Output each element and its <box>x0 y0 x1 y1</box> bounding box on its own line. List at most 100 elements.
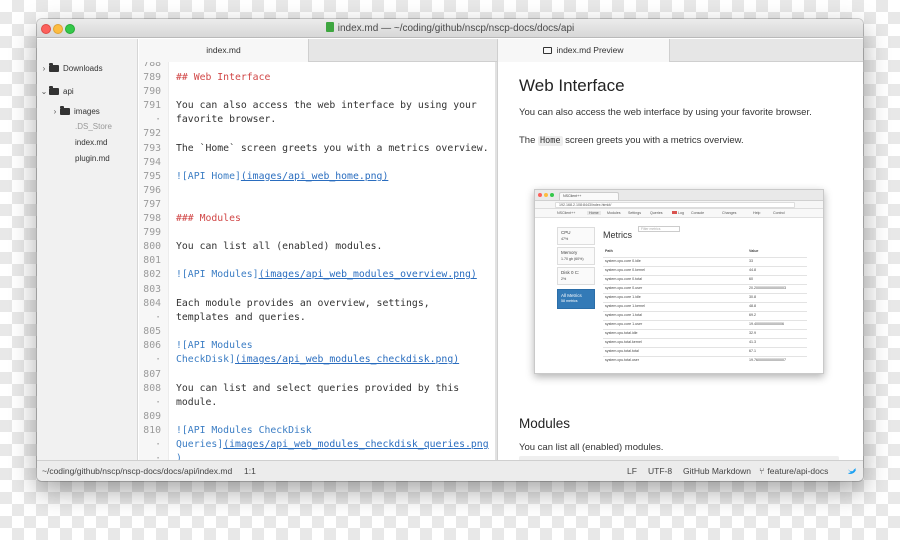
line-number: 809 <box>143 411 161 422</box>
url-field: 192.168.2.108:8443/index.html#/ <box>555 202 795 208</box>
title-bar: index.md — ~/coding/github/nscp/nscp-doc… <box>37 19 863 38</box>
tab-index-md-preview[interactable]: index.md Preview <box>498 39 670 62</box>
code-line: ## Web Interface <box>176 72 271 83</box>
tree-item-index-md[interactable]: index.md <box>75 136 107 150</box>
line-number: 797 <box>143 199 161 210</box>
side-card-title: All Metrics <box>561 293 582 298</box>
line-number: 802 <box>143 269 161 280</box>
status-encoding[interactable]: UTF-8 <box>648 461 672 481</box>
status-bar: ~/coding/github/nscp/nscp-docs/docs/api/… <box>37 460 863 481</box>
nav-home: Home <box>587 211 601 215</box>
status-grammar[interactable]: GitHub Markdown <box>683 461 751 481</box>
tree-item-plugin-md[interactable]: plugin.md <box>75 152 110 166</box>
metric-value: 19.400000000000006 <box>749 322 784 326</box>
metric-value: 60 <box>749 277 753 281</box>
table-row: system.cpu.total.kernel 41.3 <box>603 338 807 346</box>
api-home-screenshot: NSClient++ 192.168.2.108:8443/index.html… <box>534 189 824 374</box>
nav-queries: Queries <box>650 211 663 215</box>
code-line: The `Home` screen greets you with a metr… <box>176 143 489 154</box>
code-line: ![API Home](images/api_web_home.png) <box>176 170 388 184</box>
text: screen greets you with a metrics overvie… <box>562 135 744 146</box>
tree-item-downloads[interactable]: › Downloads <box>39 62 103 76</box>
status-file-path[interactable]: ~/coding/github/nscp/nscp-docs/docs/api/… <box>42 461 232 481</box>
tree-item-ds-store[interactable]: .DS_Store <box>75 120 112 134</box>
tab-index-md[interactable]: index.md <box>139 39 309 62</box>
line-number: 808 <box>143 383 161 394</box>
side-card-sub: 47% <box>561 237 569 241</box>
close-dot-icon <box>538 193 542 197</box>
metric-path: system.cpu.core 0.idle <box>605 259 641 263</box>
side-card-title: Disk 0 C: <box>561 270 580 275</box>
git-branch-icon: ⑂ <box>759 466 765 476</box>
line-number: 799 <box>143 227 161 238</box>
line-number: · <box>155 354 161 365</box>
browser-tab-label: NSClient++ <box>563 194 582 198</box>
line-number: 807 <box>143 369 161 380</box>
link-url[interactable]: (images/api_web_modules_overview.png) <box>259 269 477 280</box>
chevron-down-icon: ⌄ <box>40 87 48 96</box>
line-number: · <box>155 439 161 450</box>
line-number: 796 <box>143 185 161 196</box>
metric-value: 48.8 <box>749 304 756 308</box>
metric-path: system.cpu.total.total <box>605 349 639 353</box>
side-card-sub: 1.70 gb (60%) <box>561 257 584 261</box>
table-row: system.cpu.total.user 19.7600000000000007 <box>603 356 807 364</box>
metric-path: system.cpu.core 1.user <box>605 322 643 326</box>
code-line: favorite browser. <box>176 114 277 125</box>
nav-console: Console <box>691 211 705 215</box>
code-line: CheckDisk](images/api_web_modules_checkd… <box>176 353 459 367</box>
table-row: system.cpu.core 0.user 20.200000000000000… <box>603 284 807 292</box>
markdown-preview: Web Interface You can also access the we… <box>498 62 863 460</box>
metric-value: 30.8 <box>749 295 756 299</box>
tree-item-api[interactable]: ⌄ api <box>39 85 74 99</box>
minimize-dot-icon <box>544 193 548 197</box>
nav-modules: Modules <box>607 211 621 215</box>
link-url[interactable]: (images/api_web_modules_checkdisk.png) <box>235 354 459 365</box>
table-row: system.cpu.core 1.user 19.400000000000006 <box>603 320 807 328</box>
chevron-right-icon: › <box>53 107 57 116</box>
nav-log: Log <box>672 211 684 215</box>
metric-value: 69.2 <box>749 313 756 317</box>
status-git-branch[interactable]: ⑂ feature/api-docs <box>759 461 828 481</box>
line-number: 810 <box>143 425 161 436</box>
bird-icon[interactable] <box>847 466 857 476</box>
code-line: You can list all (enabled) modules. <box>176 241 383 252</box>
code-line: You can also access the web interface by… <box>176 100 477 111</box>
table-row: system.cpu.total.total 67.1 <box>603 347 807 355</box>
nav-brand: NSClient++ <box>557 211 576 215</box>
tree-item-images[interactable]: › images <box>50 105 100 119</box>
side-card-sub: 58 metrics <box>561 299 578 303</box>
metric-value: 41.3 <box>749 340 756 344</box>
side-card-title: CPU <box>561 230 571 235</box>
code-line: ![API Modules <box>176 340 253 351</box>
app-navbar: NSClient++ Home Modules Settings Queries… <box>535 209 823 218</box>
line-number: 794 <box>143 157 161 168</box>
filter-placeholder: Filter metrics <box>641 227 661 231</box>
link-url[interactable]: (images/api_web_home.png) <box>241 171 388 182</box>
code-line: templates and queries. <box>176 312 306 323</box>
line-number-gutter: 788 789 790 791 · 792 793 794 795 796 79… <box>139 62 169 460</box>
markdown-editor[interactable]: 788 789 790 791 · 792 793 794 795 796 79… <box>139 62 496 460</box>
text: The <box>519 135 539 146</box>
url-text: 192.168.2.108:8443/index.html#/ <box>559 203 612 207</box>
status-line-ending[interactable]: LF <box>627 461 637 481</box>
code-line: ![API Modules CheckDisk <box>176 425 312 436</box>
metric-path: system.cpu.core 0.user <box>605 286 643 290</box>
folder-icon <box>49 63 59 72</box>
markdown-file-icon <box>325 22 334 32</box>
status-cursor-position[interactable]: 1:1 <box>244 461 256 481</box>
nav-control: Control <box>773 211 785 215</box>
metric-value: 32.9 <box>749 331 756 335</box>
folder-icon <box>49 86 59 95</box>
tree-item-label: plugin.md <box>75 154 110 163</box>
tree-item-label: api <box>63 87 74 96</box>
metric-path: system.cpu.total.user <box>605 358 639 362</box>
line-number: 793 <box>143 143 161 154</box>
line-number: 803 <box>143 284 161 295</box>
line-number: 806 <box>143 340 161 351</box>
code-line: module. <box>176 397 218 408</box>
link-url[interactable]: (images/api_web_modules_checkdisk_querie… <box>223 439 488 450</box>
table-row: system.cpu.core 1.idle 30.8 <box>603 293 807 301</box>
metric-value: 33 <box>749 259 753 263</box>
line-number: 795 <box>143 171 161 182</box>
